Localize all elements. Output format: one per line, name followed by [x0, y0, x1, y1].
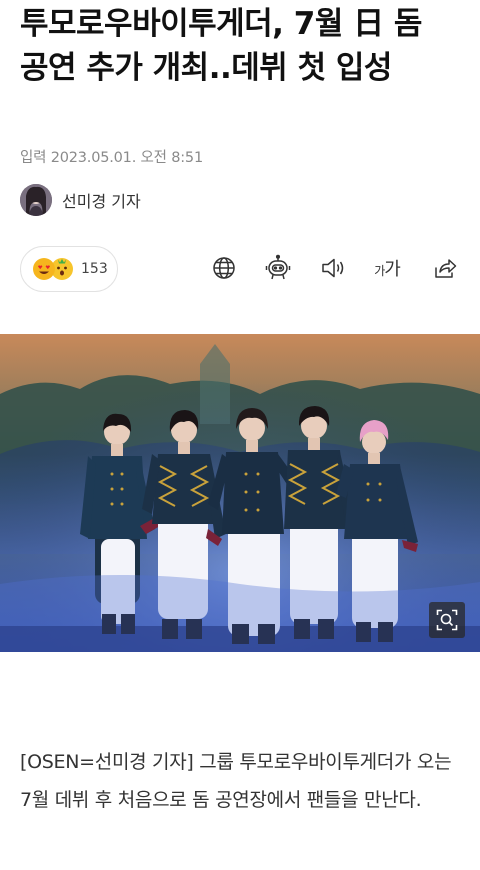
text-to-speech-button[interactable]	[318, 253, 348, 283]
summary-bot-button[interactable]	[263, 253, 293, 283]
reaction-button[interactable]: 153	[20, 246, 118, 292]
font-size-icon: 가가	[374, 259, 401, 280]
zoom-search-icon	[436, 609, 458, 631]
share-icon	[435, 259, 457, 278]
share-button[interactable]	[430, 253, 460, 283]
article-headline: 투모로우바이투게더, 7월 日 돔 공연 추가 개최..데뷔 첫 입성	[20, 6, 422, 86]
heart-eyes-emoji-icon	[33, 258, 55, 280]
publish-date: 입력 2023.05.01. 오전 8:51	[20, 150, 203, 166]
robot-summary-icon	[265, 254, 291, 280]
translate-button[interactable]	[209, 253, 239, 283]
reaction-count: 153	[81, 261, 108, 277]
author-byline[interactable]: 선미경 기자	[20, 183, 141, 217]
article-photo[interactable]	[0, 334, 480, 652]
author-name[interactable]: 선미경 기자	[62, 188, 141, 212]
concert-stage-image	[0, 334, 480, 652]
article-body: [OSEN=선미경 기자] 그룹 투모로우바이투게더가 오는 7월 데뷔 후 처…	[20, 751, 452, 811]
font-size-button[interactable]: 가가	[371, 253, 403, 283]
author-avatar[interactable]	[20, 184, 52, 216]
globe-icon	[213, 257, 235, 279]
photo-zoom-button[interactable]	[429, 602, 465, 638]
speaker-icon	[322, 258, 344, 278]
